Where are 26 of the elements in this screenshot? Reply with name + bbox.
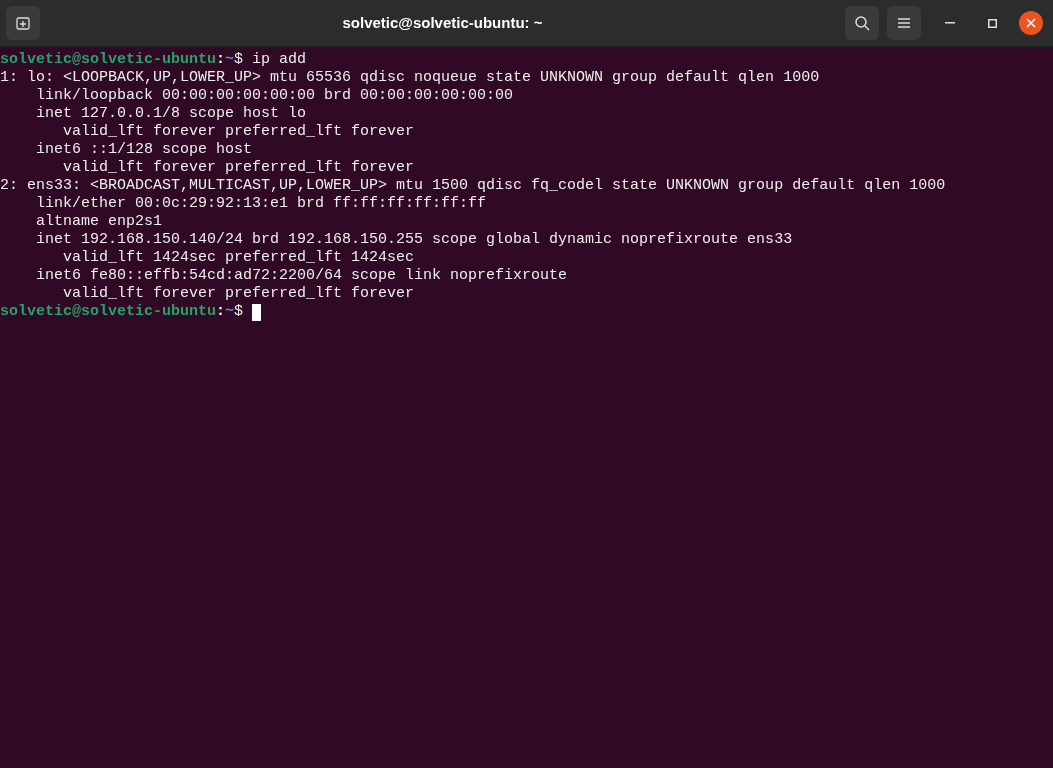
output-line: 1: lo: <LOOPBACK,UP,LOWER_UP> mtu 65536 qdisc noqueue state UNKNOWN group default qlen 1000 <box>0 69 820 87</box>
prompt-line: solvetic@solvetic-ubuntu:~$ <box>0 303 245 321</box>
close-button[interactable] <box>1019 11 1043 35</box>
output-line: link/ether 00:0c:29:92:13:e1 brd ff:ff:ff:ff:ff:ff <box>35 195 487 213</box>
close-icon <box>1026 18 1036 28</box>
prompt-line: solvetic@solvetic-ubuntu:~$ ip add <box>0 51 307 69</box>
minimize-icon <box>945 22 955 24</box>
search-icon <box>854 15 870 31</box>
maximize-icon <box>987 18 997 28</box>
output-line: altname enp2s1 <box>35 213 163 231</box>
new-tab-icon <box>16 16 30 30</box>
output-line: valid_lft forever preferred_lft forever <box>62 159 415 177</box>
output-line: inet 192.168.150.140/24 brd 192.168.150.255 scope global dynamic noprefixroute ens33 <box>35 231 793 249</box>
output-line: valid_lft forever preferred_lft forever <box>62 285 415 303</box>
menu-icon <box>898 18 910 28</box>
menu-button[interactable] <box>887 6 921 40</box>
search-button[interactable] <box>845 6 879 40</box>
new-tab-button[interactable] <box>6 6 40 40</box>
output-line: inet6 fe80::effb:54cd:ad72:2200/64 scope link noprefixroute <box>35 267 568 285</box>
output-line: valid_lft forever preferred_lft forever <box>62 123 415 141</box>
output-line: inet6 ::1/128 scope host <box>35 141 253 159</box>
output-line: 2: ens33: <BROADCAST,MULTICAST,UP,LOWER_UP> mtu 1500 qdisc fq_codel state UNKNOWN group default qlen 1000 <box>0 177 946 195</box>
window-title: solvetic@solvetic-ubuntu: ~ <box>342 12 543 33</box>
output-line: valid_lft 1424sec preferred_lft 1424sec <box>62 249 415 267</box>
output-line: inet 127.0.0.1/8 scope host lo <box>35 105 307 123</box>
output-line: link/loopback 00:00:00:00:00:00 brd 00:00:00:00:00:00 <box>35 87 514 105</box>
